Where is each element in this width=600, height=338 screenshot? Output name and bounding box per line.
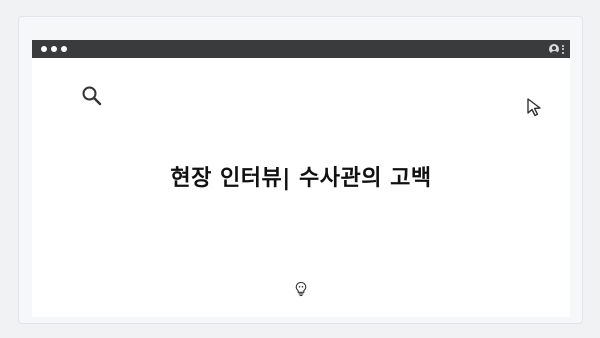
titlebar-actions	[549, 43, 564, 55]
window-close-dot[interactable]	[41, 46, 47, 52]
page-headline: 현장 인터뷰| 수사관의 고백	[170, 166, 432, 191]
lightbulb-icon	[295, 281, 307, 297]
browser-window: 현장 인터뷰| 수사관의 고백	[32, 40, 570, 317]
profile-icon[interactable]	[549, 44, 559, 54]
kebab-menu-icon[interactable]	[562, 44, 564, 54]
page-background: 현장 인터뷰| 수사관의 고백	[0, 0, 600, 338]
cursor-icon	[527, 98, 541, 117]
window-minimize-dot[interactable]	[51, 46, 57, 52]
window-content: 현장 인터뷰| 수사관의 고백	[32, 58, 570, 317]
window-controls	[41, 46, 67, 52]
window-maximize-dot[interactable]	[61, 46, 67, 52]
window-titlebar	[32, 40, 570, 58]
search-icon[interactable]	[80, 84, 104, 108]
